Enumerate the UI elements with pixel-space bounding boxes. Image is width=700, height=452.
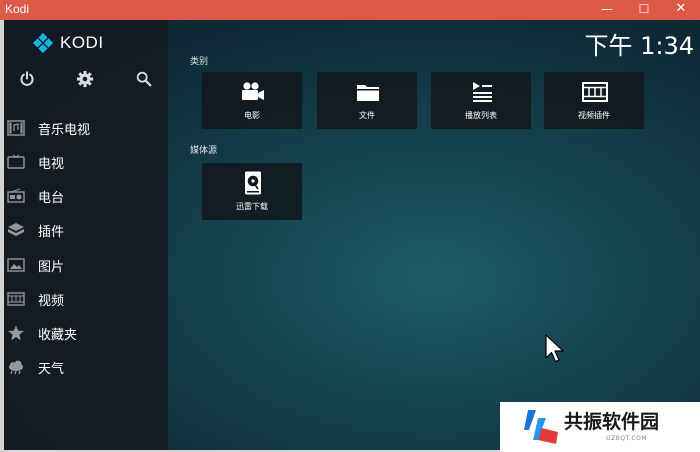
watermark-subtitle: GZBQT.COM [606, 435, 648, 442]
menu-item-radio[interactable]: 电台 [4, 181, 168, 211]
tile-label: 视频插件 [578, 111, 610, 120]
menu-item-addons[interactable]: 插件 [4, 215, 168, 245]
addons-icon [7, 222, 25, 238]
menu-item-label: 天气 [38, 362, 65, 377]
menu-item-pictures[interactable]: 图片 [4, 250, 168, 280]
maximize-button[interactable]: ☐ [627, 0, 661, 20]
watermark: 共振软件园 GZBQT.COM [500, 402, 700, 452]
kodi-logo: KODI [32, 32, 104, 54]
tile-label: 迅雷下载 [236, 202, 268, 211]
watermark-logo-icon [524, 410, 558, 444]
gear-icon[interactable] [76, 70, 94, 88]
menu-item-label: 视频 [38, 294, 65, 309]
menu-item-tv[interactable]: 电视 [4, 147, 168, 177]
menu-item-label: 电视 [38, 157, 65, 172]
weather-icon [7, 359, 25, 375]
radio-icon [7, 188, 25, 204]
menu-item-label: 收藏夹 [38, 328, 78, 343]
power-icon[interactable] [18, 70, 36, 88]
kodi-home: KODI 音乐电视 电视 电台 插件 图片 视频 收藏夹 天气 下午 1:34 … [4, 20, 700, 450]
favourites-icon [7, 325, 25, 341]
menu-item-label: 音乐电视 [38, 123, 91, 138]
sidebar: KODI 音乐电视 电视 电台 插件 图片 视频 收藏夹 天气 [4, 20, 168, 450]
clock: 下午 1:34 [584, 32, 694, 60]
title-bar[interactable]: Kodi — ☐ ✕ [0, 0, 700, 20]
tile-label: 文件 [359, 111, 375, 120]
category-tile-files[interactable]: 文件 [317, 72, 417, 129]
categories-heading: 类别 [190, 57, 209, 67]
tv-icon [7, 154, 25, 170]
category-tile-movies[interactable]: 电影 [202, 72, 302, 129]
drive-icon [240, 171, 266, 195]
watermark-title: 共振软件园 [564, 411, 660, 433]
sources-heading: 媒体源 [190, 146, 218, 156]
source-tile-xunlei-download[interactable]: 迅雷下载 [202, 163, 302, 220]
tile-label: 播放列表 [465, 111, 497, 120]
menu-item-favourites[interactable]: 收藏夹 [4, 318, 168, 348]
close-button[interactable]: ✕ [664, 0, 698, 20]
folder-icon [355, 80, 381, 104]
category-tile-video-addons[interactable]: 视频插件 [544, 72, 644, 129]
minimize-button[interactable]: — [590, 0, 624, 20]
menu-item-label: 插件 [38, 225, 65, 240]
window-title: Kodi [5, 2, 30, 16]
search-icon[interactable] [135, 70, 153, 88]
menu-item-label: 电台 [38, 191, 65, 206]
mouse-pointer-icon [545, 334, 564, 363]
tile-label: 电影 [244, 111, 260, 120]
kodi-logo-text: KODI [60, 33, 104, 52]
kodi-window: Kodi — ☐ ✕ KODI 音乐电视 电视 电台 插件 图片 视频 收藏夹 … [0, 0, 700, 452]
music-video-icon [7, 120, 25, 136]
video-icon [7, 291, 25, 307]
menu-item-music-video[interactable]: 音乐电视 [4, 113, 168, 143]
menu-item-weather[interactable]: 天气 [4, 352, 168, 382]
menu-item-video[interactable]: 视频 [4, 284, 168, 314]
category-tile-playlists[interactable]: 播放列表 [431, 72, 531, 129]
menu-item-label: 图片 [38, 260, 65, 275]
pictures-icon [7, 257, 25, 273]
playlist-icon [469, 80, 495, 104]
film-strip-icon [582, 80, 608, 104]
movie-camera-icon [240, 80, 266, 104]
kodi-logo-icon [32, 32, 54, 54]
